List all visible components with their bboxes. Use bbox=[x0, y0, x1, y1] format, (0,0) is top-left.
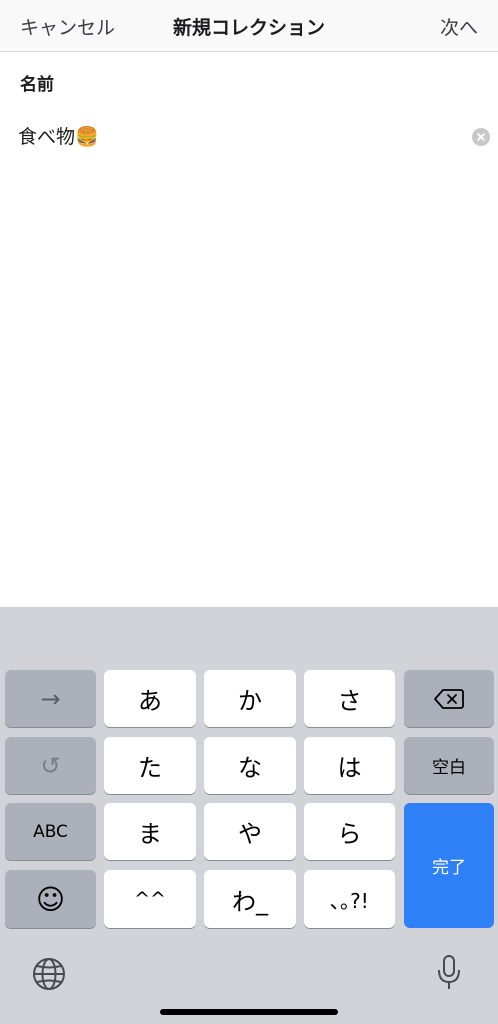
undo-key[interactable]: ↺ bbox=[5, 737, 96, 794]
globe-icon[interactable] bbox=[32, 957, 66, 991]
key-na[interactable]: な bbox=[204, 737, 296, 794]
home-indicator bbox=[160, 1009, 338, 1015]
key-ka[interactable]: か bbox=[204, 670, 296, 727]
done-key[interactable]: 完了 bbox=[404, 803, 494, 928]
name-label: 名前 bbox=[20, 75, 54, 95]
abc-key[interactable]: ABC bbox=[5, 803, 96, 860]
backspace-icon bbox=[434, 688, 464, 709]
key-ha[interactable]: は bbox=[304, 737, 395, 794]
backspace-key[interactable] bbox=[404, 670, 494, 727]
next-button[interactable]: 次へ bbox=[440, 13, 478, 40]
key-ma[interactable]: ま bbox=[104, 803, 196, 860]
arrow-right-icon: → bbox=[40, 684, 61, 713]
microphone-icon[interactable] bbox=[436, 954, 462, 992]
navigation-bar: キャンセル 新規コレクション 次へ bbox=[0, 0, 498, 52]
emoji-icon: ☺ bbox=[35, 882, 66, 916]
key-sa[interactable]: さ bbox=[304, 670, 395, 727]
key-a[interactable]: あ bbox=[104, 670, 196, 727]
arrow-right-key[interactable]: → bbox=[5, 670, 96, 727]
key-ra[interactable]: ら bbox=[304, 803, 395, 860]
key-kaomoji[interactable]: ^^ bbox=[104, 870, 196, 928]
keyboard: → あ か さ ↺ た な は 空白 ABC ま や ら 完了 ☺ ^^ わ_ … bbox=[0, 607, 498, 1024]
key-ya[interactable]: や bbox=[204, 803, 296, 860]
key-punctuation[interactable]: ､｡?! bbox=[304, 870, 395, 928]
clear-text-icon[interactable] bbox=[472, 128, 490, 146]
key-wa[interactable]: わ_ bbox=[204, 870, 296, 928]
emoji-key[interactable]: ☺ bbox=[5, 870, 96, 928]
name-input[interactable] bbox=[18, 118, 463, 152]
undo-icon: ↺ bbox=[40, 751, 61, 780]
page-title: 新規コレクション bbox=[172, 17, 325, 39]
space-key[interactable]: 空白 bbox=[404, 737, 494, 794]
key-ta[interactable]: た bbox=[104, 737, 196, 794]
